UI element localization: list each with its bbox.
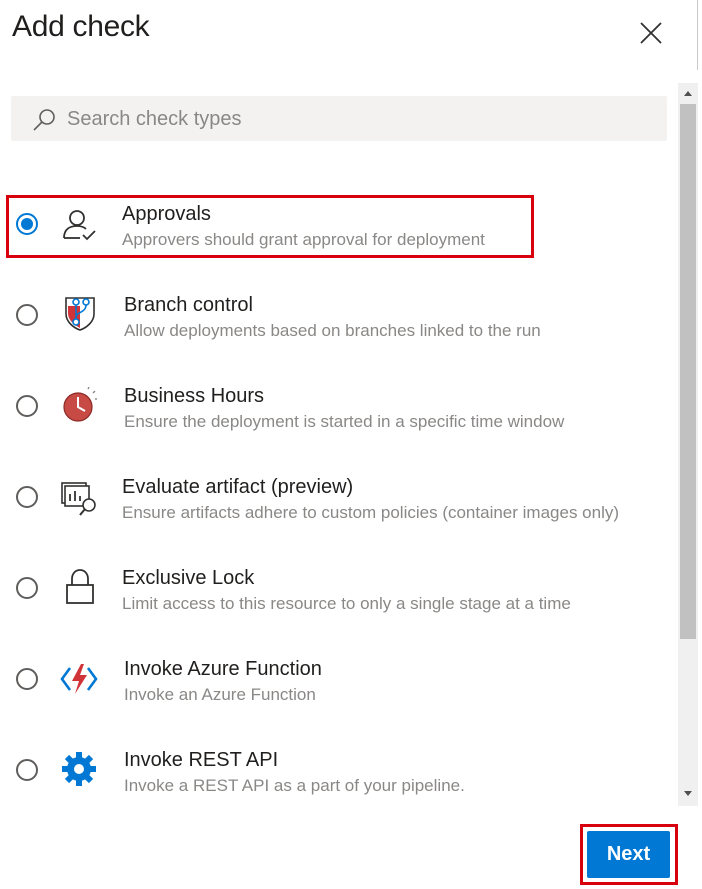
business-hours-icon [63, 387, 97, 422]
evaluate-artifact-icon [61, 482, 96, 516]
radio-invoke-azure-function[interactable] [16, 668, 38, 690]
check-item-title: Invoke Azure Function [124, 658, 322, 680]
check-item-evaluate-artifact[interactable]: Evaluate artifact (preview) Ensure artif… [0, 459, 676, 539]
check-item-description: Ensure artifacts adhere to custom polici… [122, 503, 620, 522]
check-item-exclusive-lock[interactable]: Exclusive Lock Limit access to this reso… [0, 550, 676, 630]
approvals-highlight-box [6, 195, 534, 258]
radio-business-hours[interactable] [16, 395, 38, 417]
radio-evaluate-artifact[interactable] [16, 486, 38, 508]
search-input[interactable] [65, 96, 659, 143]
check-item-title: Exclusive Lock [122, 567, 255, 589]
check-item-title: Evaluate artifact (preview) [122, 476, 354, 498]
dialog-title: Add check [12, 10, 150, 43]
branch-control-icon [65, 297, 95, 331]
check-item-branch-control[interactable]: Branch control Allow deployments based o… [0, 277, 676, 357]
next-button[interactable]: Next [587, 831, 670, 878]
check-item-description: Invoke a REST API as a part of your pipe… [124, 776, 465, 795]
radio-exclusive-lock[interactable] [16, 577, 38, 599]
check-item-title: Branch control [124, 294, 253, 316]
radio-invoke-rest-api[interactable] [16, 759, 38, 781]
check-item-title: Business Hours [124, 385, 265, 407]
search-icon [33, 109, 55, 131]
radio-branch-control[interactable] [16, 304, 38, 326]
search-box[interactable] [11, 96, 667, 143]
lock-icon [66, 569, 94, 604]
check-item-invoke-azure-function[interactable]: Invoke Azure Function Invoke an Azure Fu… [0, 641, 676, 721]
check-item-title: Invoke REST API [124, 749, 279, 771]
check-item-description: Ensure the deployment is started in a sp… [124, 412, 565, 431]
close-icon[interactable] [636, 18, 666, 48]
scroll-up-arrow-icon[interactable] [680, 86, 696, 102]
dialog-edge [697, 0, 698, 70]
check-item-description: Limit access to this resource to only a … [122, 594, 571, 613]
check-item-invoke-rest-api[interactable]: Invoke REST API Invoke a REST API as a p… [0, 732, 676, 812]
gear-icon [62, 752, 96, 786]
check-item-business-hours[interactable]: Business Hours Ensure the deployment is … [0, 368, 676, 448]
check-item-description: Invoke an Azure Function [124, 685, 316, 704]
scrollbar-thumb[interactable] [680, 104, 696, 639]
azure-function-icon [60, 664, 98, 694]
scroll-down-arrow-icon[interactable] [680, 785, 696, 801]
check-item-description: Allow deployments based on branches link… [124, 321, 541, 340]
